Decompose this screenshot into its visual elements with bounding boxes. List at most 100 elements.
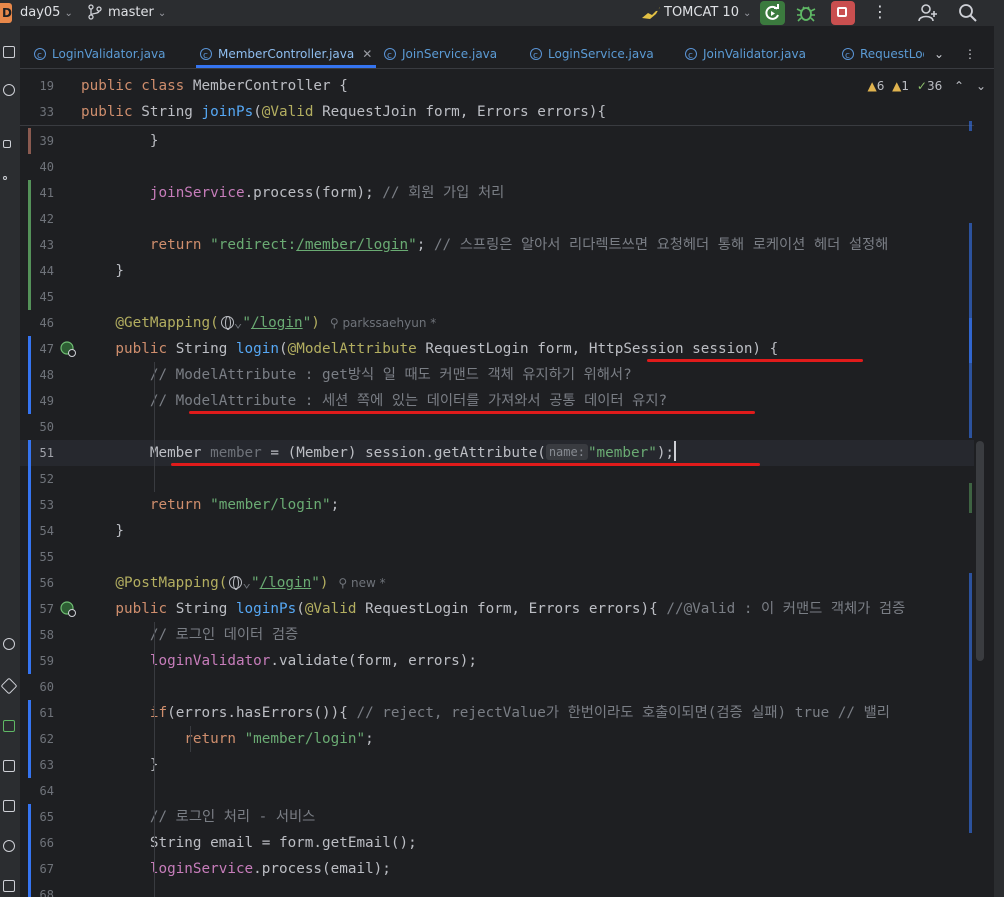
line-number[interactable]: 40	[26, 154, 54, 180]
vcs-change-marker[interactable]	[28, 232, 31, 258]
scrollbar-change-marker[interactable]	[969, 318, 972, 438]
services-tool-icon[interactable]	[3, 638, 15, 650]
code-line[interactable]: 65 // 로그인 처리 - 서비스	[20, 804, 974, 830]
code-line[interactable]: 50	[20, 414, 974, 440]
tab-joinvalidator[interactable]: JoinValidator.java	[685, 40, 806, 70]
line-number[interactable]: 46	[26, 310, 54, 336]
code-line[interactable]: 40	[20, 154, 974, 180]
branch-selector[interactable]: master ⌄	[108, 5, 166, 20]
scrollbar-change-marker[interactable]	[969, 573, 972, 833]
vcs-change-marker[interactable]	[28, 362, 31, 388]
vcs-change-marker[interactable]	[28, 700, 31, 726]
line-number[interactable]: 64	[26, 778, 54, 804]
vcs-change-marker[interactable]	[28, 284, 31, 310]
tab-membercontroller[interactable]: MemberController.java ✕	[195, 40, 377, 70]
code-line[interactable]: 55	[20, 544, 974, 570]
git-tool-icon[interactable]	[3, 880, 15, 892]
more-actions-icon[interactable]: ⋮	[872, 2, 888, 21]
code-line[interactable]: 56 @PostMapping(⌄"/login") ⚲ new *	[20, 570, 974, 596]
spring-mapping-gutter-icon[interactable]	[60, 341, 76, 357]
vcs-change-marker[interactable]	[28, 544, 31, 570]
stop-button[interactable]	[831, 1, 855, 25]
vcs-change-marker[interactable]	[28, 648, 31, 674]
vcs-change-marker[interactable]	[28, 882, 31, 897]
code-line[interactable]: 62 return "member/login";	[20, 726, 974, 752]
vcs-change-marker[interactable]	[28, 518, 31, 544]
vcs-change-marker[interactable]	[28, 388, 31, 414]
commit-tool-icon[interactable]	[3, 84, 15, 96]
code-line[interactable]: 58 // 로그인 데이터 검증	[20, 622, 974, 648]
code-line[interactable]: 63 }	[20, 752, 974, 778]
tab-more-icon[interactable]: ⋮	[964, 40, 976, 68]
code-line[interactable]: 52	[20, 466, 974, 492]
line-number[interactable]: 60	[26, 674, 54, 700]
code-line[interactable]: 46 @GetMapping(⌄"/login") ⚲ parkssaehyun …	[20, 310, 974, 336]
scrollbar-change-marker[interactable]	[969, 483, 972, 513]
vcs-change-marker[interactable]	[28, 726, 31, 752]
tab-joinservice[interactable]: JoinService.java	[384, 40, 497, 70]
tab-list-chevron-icon[interactable]: ⌄	[934, 40, 944, 68]
vcs-change-marker[interactable]	[28, 596, 31, 622]
code-line[interactable]: 67 loginService.process(email);	[20, 856, 974, 882]
code-line[interactable]: 45	[20, 284, 974, 310]
problems-tool-icon[interactable]	[3, 840, 15, 852]
vcs-change-marker[interactable]	[28, 258, 31, 284]
vcs-change-marker[interactable]	[28, 622, 31, 648]
rerun-button[interactable]	[760, 1, 785, 25]
vertical-scrollbar[interactable]	[976, 441, 984, 661]
code-line[interactable]: 44 }	[20, 258, 974, 284]
code-line[interactable]: 41 joinService.process(form); // 회원 가입 처…	[20, 180, 974, 206]
tab-loginservice[interactable]: LoginService.java	[530, 40, 654, 70]
project-tool-icon[interactable]	[3, 46, 15, 58]
debug-icon[interactable]	[796, 3, 816, 23]
code-line[interactable]: 48 // ModelAttribute : get방식 일 때도 커맨드 객체…	[20, 362, 974, 388]
line-number[interactable]: 50	[26, 414, 54, 440]
spring-mapping-gutter-icon[interactable]	[60, 601, 76, 617]
terminal-tool-icon[interactable]	[3, 800, 15, 812]
code-line[interactable]: 64	[20, 778, 974, 804]
tab-requestlogin[interactable]: RequestLog	[842, 40, 924, 68]
inspection-widget[interactable]: ▲6 ▲1 ✓36 ⌃ ⌄	[867, 79, 986, 93]
endpoints-tool-icon[interactable]	[0, 677, 18, 695]
code-line[interactable]: 43 return "redirect:/member/login"; // 스…	[20, 232, 974, 258]
vcs-change-marker[interactable]	[28, 856, 31, 882]
vcs-change-marker[interactable]	[28, 752, 31, 778]
vcs-change-marker[interactable]	[28, 830, 31, 856]
code-line[interactable]: 60	[20, 674, 974, 700]
add-user-icon[interactable]	[918, 3, 938, 23]
tab-loginvalidator[interactable]: LoginValidator.java	[34, 40, 165, 70]
code-line[interactable]: 54 }	[20, 518, 974, 544]
author-annotation[interactable]: parkssaehyun *	[342, 316, 436, 330]
author-annotation[interactable]: new *	[351, 576, 386, 590]
run-tool-icon[interactable]	[3, 720, 15, 732]
scrollbar-change-marker[interactable]	[969, 121, 972, 131]
vcs-change-marker[interactable]	[28, 206, 31, 232]
search-icon[interactable]	[958, 3, 978, 23]
vcs-change-marker[interactable]	[28, 180, 31, 206]
chevron-up-icon[interactable]: ⌃	[954, 79, 964, 93]
code-line[interactable]: 68	[20, 882, 974, 897]
vcs-change-marker[interactable]	[28, 128, 31, 154]
code-line[interactable]: 66 String email = form.getEmail();	[20, 830, 974, 856]
sticky-line[interactable]: 33 public String joinPs(@Valid RequestJoi…	[20, 99, 974, 126]
vcs-change-marker[interactable]	[28, 570, 31, 596]
code-line[interactable]: 59 loginValidator.validate(form, errors)…	[20, 648, 974, 674]
code-line[interactable]: 53 return "member/login";	[20, 492, 974, 518]
code-line[interactable]: 61 if(errors.hasErrors()){ // reject, re…	[20, 700, 974, 726]
project-selector[interactable]: day05 ⌄	[20, 5, 73, 20]
vcs-change-marker[interactable]	[28, 492, 31, 518]
vcs-change-marker[interactable]	[28, 440, 31, 466]
layers-tool-icon[interactable]	[3, 760, 15, 772]
code-line[interactable]: 39 }	[20, 128, 974, 154]
sticky-line[interactable]: 19 public class MemberController {	[20, 73, 974, 99]
project-badge[interactable]: D	[0, 3, 12, 23]
code-line[interactable]: 57 public String loginPs(@Valid RequestL…	[20, 596, 974, 622]
vcs-change-marker[interactable]	[28, 804, 31, 830]
run-config-selector[interactable]: TOMCAT 10 ⌄	[664, 5, 751, 20]
chevron-down-icon[interactable]: ⌄	[976, 79, 986, 93]
code-line[interactable]: 42	[20, 206, 974, 232]
vcs-change-marker[interactable]	[28, 336, 31, 362]
vcs-change-marker[interactable]	[28, 466, 31, 492]
globe-icon[interactable]	[220, 316, 234, 330]
more-tools-icon[interactable]	[3, 176, 7, 180]
